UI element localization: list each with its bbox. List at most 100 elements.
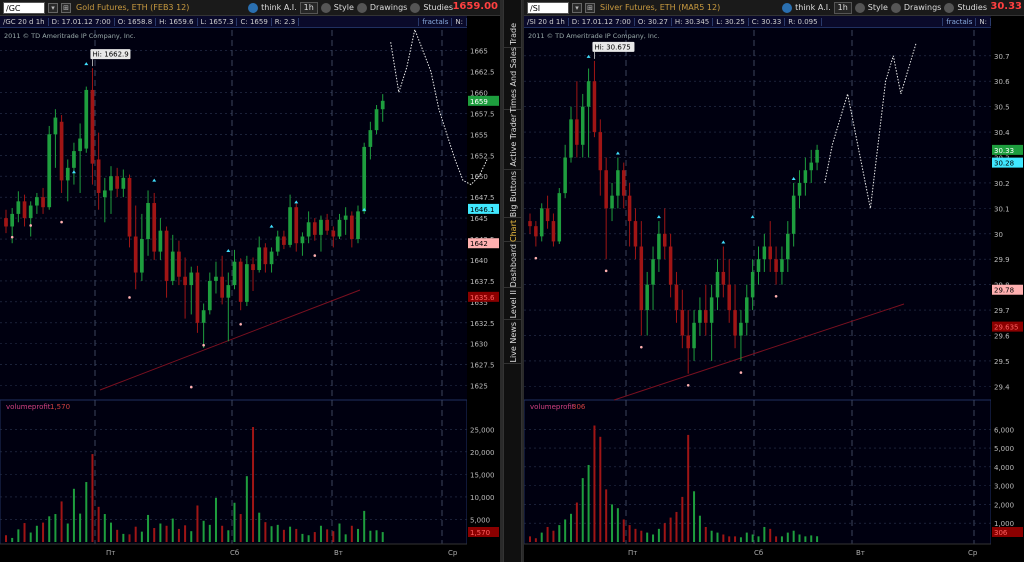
symbol-input[interactable]: /SI	[527, 1, 569, 14]
candle-body	[28, 205, 33, 219]
volume-bar	[710, 530, 713, 542]
volume-bar	[319, 525, 322, 542]
side-tab-level-ii[interactable]: Level II	[504, 290, 523, 320]
aggregation-label[interactable]: /SI 20 d 1h	[524, 17, 569, 26]
side-tab-dashboard[interactable]: Dashboard	[504, 244, 523, 288]
candle-body	[774, 259, 778, 272]
candle-body	[96, 159, 101, 193]
side-tab-trade[interactable]: Trade	[504, 20, 523, 48]
candle-body	[331, 230, 336, 237]
volume-bar	[270, 526, 273, 542]
volume-bar	[239, 514, 242, 542]
volume-bar	[165, 525, 168, 542]
fractal-down-marker	[739, 371, 743, 374]
drawings-button[interactable]: Drawings	[904, 3, 941, 12]
candle-body	[374, 109, 379, 131]
volume-bar	[363, 510, 366, 542]
dropdown-icon[interactable]: ▾	[48, 2, 58, 13]
studies-icon[interactable]	[410, 2, 421, 13]
y-tick-label: 1640	[470, 257, 488, 265]
volume-bar	[227, 530, 230, 542]
y-tick-label: 29.5	[994, 358, 1010, 366]
studies-icon[interactable]	[944, 2, 955, 13]
volume-bar	[72, 488, 75, 542]
candle-body	[35, 197, 39, 206]
candle-body	[750, 271, 755, 298]
y-tick-label: 1637.5	[470, 278, 495, 286]
timeframe-button[interactable]: 1h	[299, 1, 318, 14]
side-tab-chart[interactable]: Chart	[504, 220, 523, 242]
volume-bar	[350, 525, 353, 542]
fractal-down-marker	[128, 296, 131, 299]
dropdown-icon[interactable]: ▾	[572, 2, 582, 13]
volume-bar	[534, 538, 537, 542]
candle-body	[294, 207, 299, 244]
fractals-study-label[interactable]: fractals	[942, 17, 977, 26]
candle-body	[337, 219, 342, 237]
volume-bar	[575, 502, 578, 542]
volume-bar	[109, 522, 112, 542]
side-tab-big-buttons[interactable]: Big Buttons	[504, 171, 523, 218]
candle-body	[220, 276, 225, 298]
drawings-button[interactable]: Drawings	[370, 3, 407, 12]
side-tab-times-and-sales[interactable]: Times And Sales	[504, 47, 523, 112]
link-icon[interactable]: ⊞	[585, 2, 595, 13]
candle-body	[158, 230, 163, 252]
candle-body	[727, 284, 731, 311]
side-tab-label: Dashboard	[509, 243, 518, 288]
volume-bar	[581, 478, 584, 542]
candle-body	[140, 239, 144, 273]
symbol-input[interactable]: /GC	[3, 1, 45, 14]
last-price: 30.33	[990, 1, 1022, 12]
price-tag: 29.78	[994, 287, 1014, 295]
style-button[interactable]: Style	[868, 3, 888, 12]
link-icon[interactable]: ⊞	[61, 2, 71, 13]
candle-body	[698, 310, 702, 323]
timeframe-button[interactable]: 1h	[833, 1, 852, 14]
drawings-icon[interactable]	[356, 2, 367, 13]
studies-button[interactable]: Studies	[957, 3, 987, 12]
volume-bar	[91, 454, 94, 542]
volume-tick-label: 15,000	[470, 471, 495, 479]
candle-body	[226, 285, 231, 298]
think-ai-button[interactable]: think A.I.	[261, 3, 296, 12]
candle-body	[263, 247, 268, 265]
volume-bar	[816, 536, 819, 542]
candle-body	[115, 176, 120, 189]
volume-bar	[775, 536, 778, 542]
drawings-icon[interactable]	[890, 2, 901, 13]
y-tick-label: 1655	[470, 131, 488, 139]
side-tab-label: Level II	[509, 290, 518, 319]
x-axis-bg	[524, 544, 1024, 562]
volume-bar	[258, 512, 261, 542]
style-icon[interactable]	[320, 2, 331, 13]
candle-body	[580, 106, 585, 145]
y-tick-label: 29.4	[994, 383, 1010, 391]
ai-icon[interactable]	[782, 2, 793, 13]
volume-bar	[295, 528, 298, 542]
candle-body	[797, 182, 802, 196]
style-button[interactable]: Style	[334, 3, 354, 12]
candle-body	[269, 251, 274, 265]
volume-bar	[153, 528, 156, 542]
studies-button[interactable]: Studies	[423, 3, 453, 12]
candle-body	[325, 219, 329, 231]
volume-bar	[552, 530, 555, 542]
price-tag: 1642	[470, 240, 488, 248]
fractal-down-marker	[774, 294, 778, 298]
volume-bar	[687, 434, 690, 542]
candle-body	[214, 276, 218, 281]
think-ai-button[interactable]: think A.I.	[795, 3, 830, 12]
side-tab-live-news[interactable]: Live News	[504, 322, 523, 364]
side-tab-active-trader[interactable]: Active Trader	[504, 112, 523, 170]
price-chart[interactable]: 30.730.630.530.430.330.230.13029.929.829…	[524, 28, 1024, 562]
x-tick-label: Пт	[106, 549, 115, 557]
range-value: R: 0.095	[785, 17, 822, 26]
ai-icon[interactable]	[248, 2, 259, 13]
fractals-study-label[interactable]: fractals	[418, 17, 453, 26]
aggregation-label[interactable]: /GC 20 d 1h	[0, 17, 49, 26]
style-icon[interactable]	[854, 2, 865, 13]
price-chart[interactable]: 16651662.516601657.516551652.516501647.5…	[0, 28, 500, 562]
candle-body	[232, 261, 237, 286]
candle-body	[557, 193, 562, 242]
